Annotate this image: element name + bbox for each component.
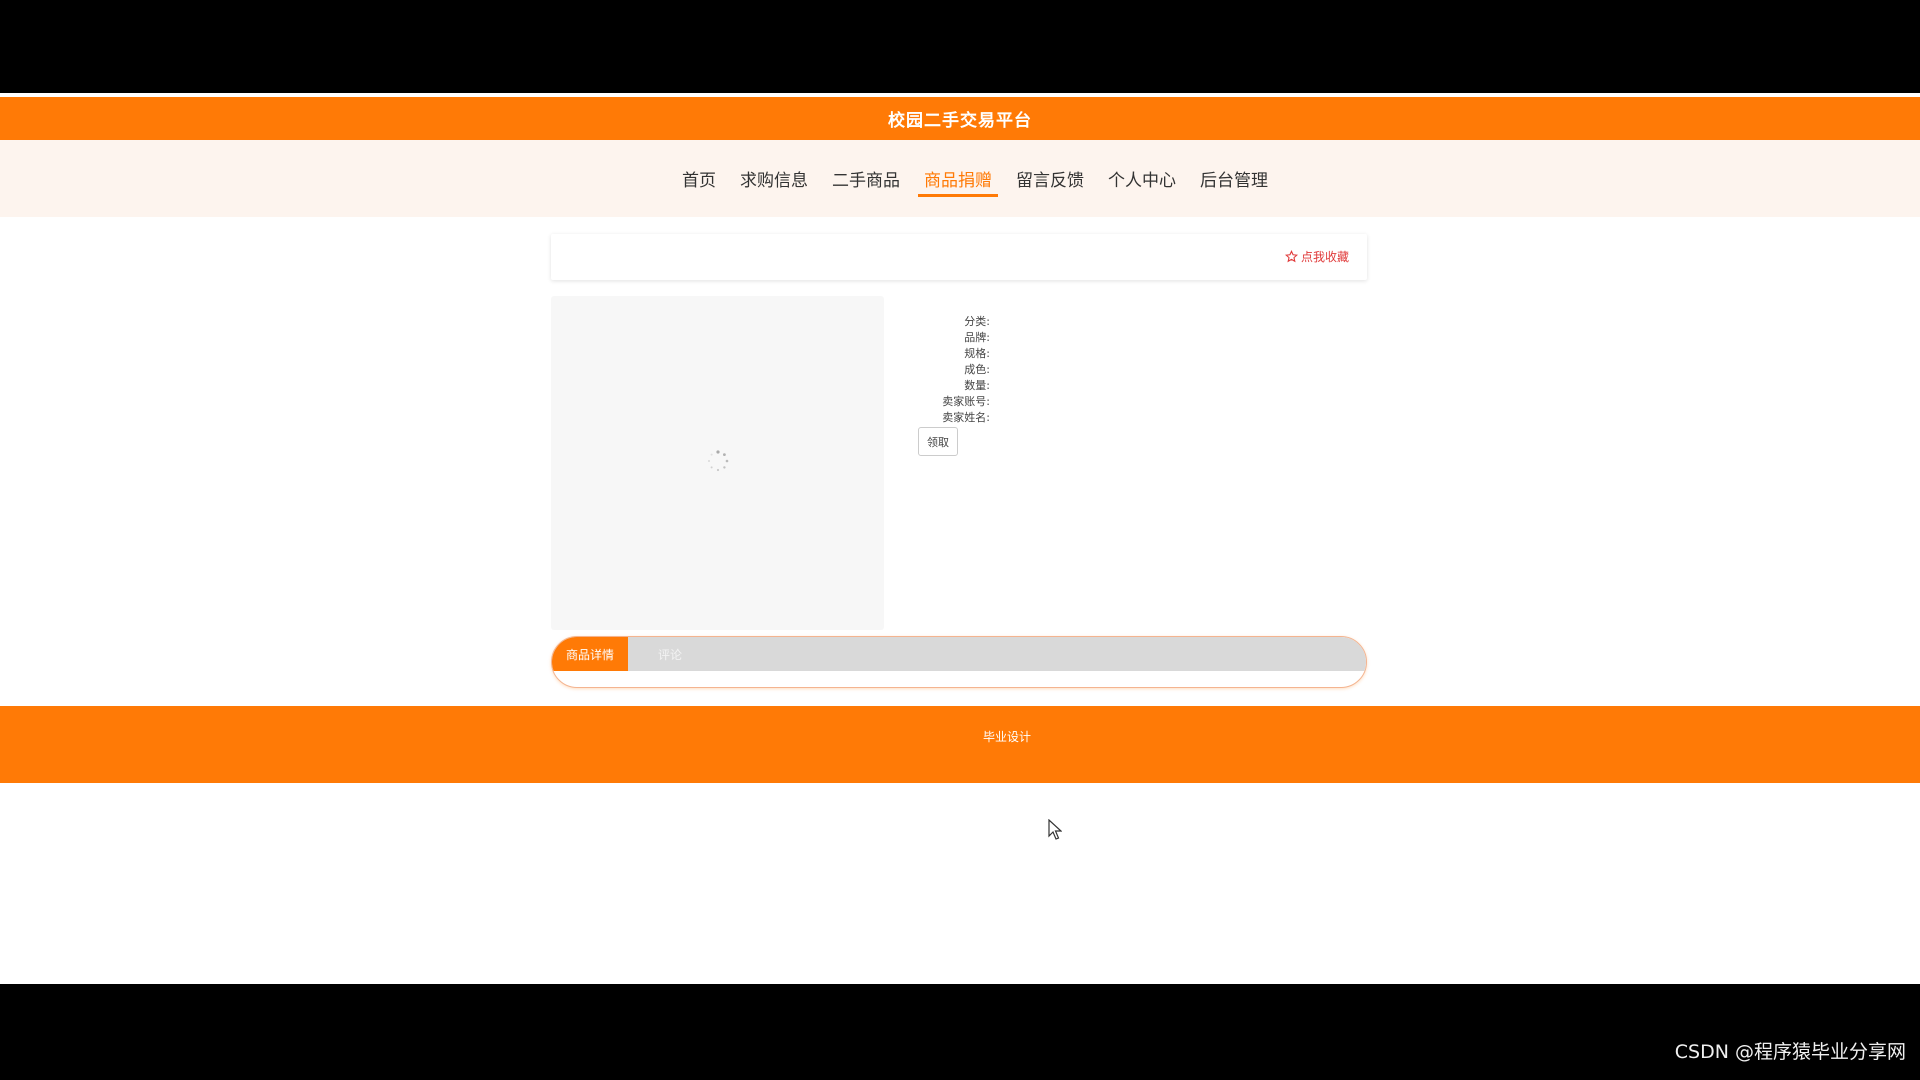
field-spec: 规格: [964, 347, 990, 360]
main-nav: 首页 求购信息 二手商品 商品捐赠 留言反馈 个人中心 后台管理 [670, 159, 1280, 199]
nav-item-admin[interactable]: 后台管理 [1188, 159, 1280, 199]
field-seller-name: 卖家姓名: [942, 411, 990, 424]
site-title-bar: 校园二手交易平台 [0, 97, 1920, 140]
footer: 毕业设计 [0, 706, 1920, 783]
field-quantity: 数量: [964, 379, 990, 392]
nav-item-profile[interactable]: 个人中心 [1096, 159, 1188, 199]
browser-viewport [0, 93, 1920, 984]
field-brand: 品牌: [964, 331, 990, 344]
tab-comments[interactable]: 评论 [628, 637, 712, 671]
loading-spinner-icon [708, 450, 729, 472]
tab-product-details[interactable]: 商品详情 [552, 637, 628, 671]
product-image [551, 296, 884, 630]
product-info: 分类: 品牌: 规格: 成色: 数量: 卖家账号: 卖家姓名: [900, 314, 990, 426]
field-category: 分类: [964, 315, 990, 328]
nav-item-home[interactable]: 首页 [670, 159, 728, 199]
main-nav-bar: 首页 求购信息 二手商品 商品捐赠 留言反馈 个人中心 后台管理 [0, 140, 1920, 217]
claim-button[interactable]: 领取 [918, 427, 958, 456]
star-outline-icon [1284, 250, 1298, 263]
watermark-text: CSDN @程序猿毕业分享网 [1674, 1041, 1906, 1063]
nav-item-wanted[interactable]: 求购信息 [728, 159, 820, 199]
favorite-label: 点我收藏 [1300, 250, 1349, 264]
footer-text: 毕业设计 [982, 730, 1031, 744]
nav-item-feedback[interactable]: 留言反馈 [1004, 159, 1096, 199]
mouse-cursor-icon [1048, 819, 1062, 840]
nav-item-secondhand[interactable]: 二手商品 [820, 159, 912, 199]
tabs-header: 商品详情 评论 [552, 637, 1366, 671]
site-title: 校园二手交易平台 [888, 111, 1032, 131]
field-seller-account: 卖家账号: [942, 395, 990, 408]
nav-item-donation[interactable]: 商品捐赠 [912, 159, 1004, 199]
favorite-button[interactable]: 点我收藏 [1284, 248, 1349, 265]
field-condition: 成色: [964, 363, 990, 376]
favorite-bar: 点我收藏 [551, 234, 1367, 280]
detail-tabs-panel: 商品详情 评论 [551, 636, 1367, 688]
